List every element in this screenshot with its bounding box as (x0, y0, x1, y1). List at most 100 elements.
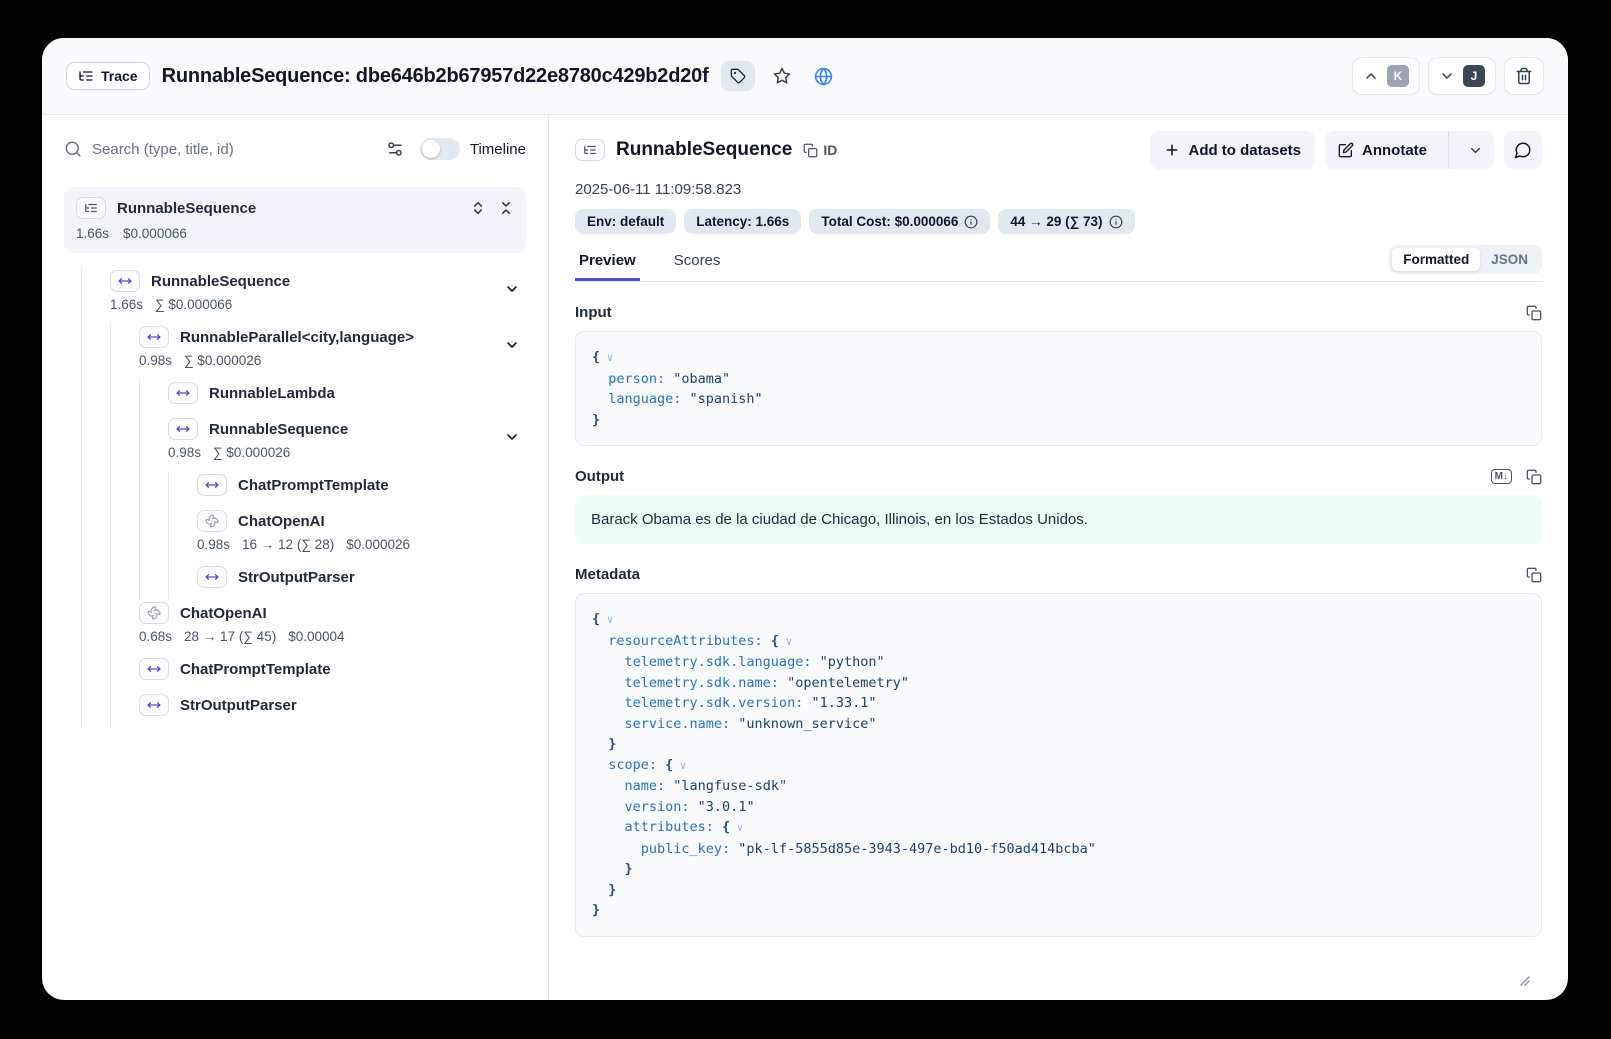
next-trace-button[interactable]: J (1428, 57, 1496, 95)
chevron-up-icon (1363, 68, 1379, 84)
trace-tree-icon (583, 143, 597, 157)
tree-node[interactable]: RunnableLambda (64, 379, 526, 415)
json-string: "unknown_service" (730, 716, 876, 732)
trace-preview-panel: RunnableSequence ID Add to datasets Anno… (549, 115, 1568, 1000)
page-title: RunnableSequence: dbe646b2b67957d22e8780… (162, 65, 709, 88)
node-title: ChatPromptTemplate (180, 661, 331, 678)
trace-root-title: RunnableSequence (117, 200, 256, 217)
json-string: "obama" (665, 371, 730, 387)
span-arrows-icon (139, 658, 169, 680)
visibility-button[interactable] (809, 61, 839, 91)
expand-all-icon[interactable] (470, 200, 486, 216)
preview-tabs: Preview Scores Formatted JSON (575, 244, 1542, 282)
json-brace: { (763, 633, 779, 649)
copy-icon (803, 143, 818, 158)
add-to-datasets-label: Add to datasets (1188, 142, 1301, 159)
tree-guide-line (139, 563, 140, 599)
filter-sliders-icon[interactable] (386, 140, 404, 158)
trace-root-node[interactable]: RunnableSequence 1.66s $0.000066 (64, 187, 526, 253)
id-label: ID (823, 142, 837, 158)
trace-type-badge: Trace (66, 62, 150, 90)
tree-guide-line (168, 471, 169, 507)
format-option-json[interactable]: JSON (1480, 248, 1539, 271)
info-icon[interactable] (1109, 215, 1123, 229)
tree-guide-line (81, 691, 82, 727)
copy-icon[interactable] (1526, 469, 1542, 485)
copy-id-control[interactable]: ID (803, 142, 837, 158)
node-collapse-chevron[interactable] (504, 429, 520, 445)
input-section: Input { ∨ person: "obama" language: "spa… (575, 304, 1542, 446)
info-icon[interactable] (964, 215, 978, 229)
node-title: ChatPromptTemplate (238, 477, 389, 494)
observation-tree: RunnableSequence 1.66s∑ $0.000066 Runnab… (64, 267, 526, 727)
json-collapse-chevron[interactable]: ∨ (673, 759, 686, 772)
json-key: language: (592, 391, 681, 407)
tree-node[interactable]: ChatOpenAI 0.98s16 → 12 (∑ 28)$0.000026 (64, 507, 526, 563)
json-collapse-chevron[interactable]: ∨ (779, 635, 792, 648)
span-arrows-icon (168, 382, 198, 404)
top-bar-actions: K J (1352, 57, 1544, 95)
annotate-dropdown-button[interactable] (1457, 131, 1494, 169)
span-arrows-icon (110, 270, 140, 292)
stat-badge-text: 44 → 29 (∑ 73) (1010, 214, 1102, 229)
json-key: name: (592, 778, 665, 794)
tree-guide-line (110, 471, 111, 507)
tree-guide-line (139, 415, 140, 471)
bookmark-button[interactable] (767, 61, 797, 91)
annotate-button[interactable]: Annotate (1325, 131, 1440, 169)
tags-button[interactable] (721, 61, 755, 91)
generation-fan-icon (197, 510, 227, 532)
input-label: Input (575, 304, 612, 321)
chevron-down-icon (1439, 68, 1455, 84)
tree-node[interactable]: ChatPromptTemplate (64, 471, 526, 507)
comments-button[interactable] (1504, 131, 1542, 169)
json-key: resourceAttributes: (592, 633, 763, 649)
json-string: "pk-lf-5855d85e-3943-497e-bd10-f50ad414b… (730, 841, 1096, 857)
json-collapse-chevron[interactable]: ∨ (600, 351, 613, 364)
copy-icon[interactable] (1526, 305, 1542, 321)
format-option-formatted[interactable]: Formatted (1392, 248, 1480, 271)
copy-icon[interactable] (1526, 567, 1542, 583)
tree-node[interactable]: ChatPromptTemplate (64, 655, 526, 691)
collapse-all-icon[interactable] (498, 200, 514, 216)
delete-trace-button[interactable] (1504, 57, 1544, 95)
json-collapse-chevron[interactable]: ∨ (600, 613, 613, 626)
trace-stats-badges: Env: default Latency: 1.66s Total Cost: … (575, 209, 1542, 234)
tree-search-row: Timeline (64, 131, 526, 167)
json-collapse-chevron[interactable]: ∨ (730, 821, 743, 834)
shortcut-key-j: J (1463, 65, 1485, 87)
node-collapse-chevron[interactable] (504, 281, 520, 297)
trace-type-label: Trace (101, 68, 138, 84)
json-string: "langfuse-sdk" (665, 778, 787, 794)
span-arrows-icon (197, 474, 227, 496)
tree-guide-line (110, 379, 111, 415)
trace-root-cost: $0.000066 (123, 226, 187, 241)
tree-node[interactable]: ChatOpenAI 0.68s28 → 17 (∑ 45)$0.00004 (64, 599, 526, 655)
add-to-datasets-button[interactable]: Add to datasets (1150, 131, 1315, 169)
stat-badge: 44 → 29 (∑ 73) (998, 209, 1134, 234)
tree-node[interactable]: RunnableSequence 1.66s∑ $0.000066 (64, 267, 526, 323)
annotate-split-button: Annotate (1325, 131, 1494, 169)
search-input[interactable] (92, 141, 376, 158)
json-key: telemetry.sdk.language: (592, 654, 811, 670)
tree-node[interactable]: RunnableSequence 0.98s∑ $0.000026 (64, 415, 526, 471)
tree-guide-line (110, 691, 111, 727)
tree-node[interactable]: StrOutputParser (64, 691, 526, 727)
markdown-toggle-icon[interactable]: M↓ (1491, 469, 1512, 484)
tree-guide-line (168, 507, 169, 563)
resize-grip-icon[interactable] (1518, 974, 1530, 986)
metadata-json: { ∨ resourceAttributes: { ∨ telemetry.sd… (575, 593, 1542, 937)
json-string: "spanish" (681, 391, 762, 407)
json-string: "3.0.1" (690, 799, 755, 815)
tab-preview[interactable]: Preview (575, 244, 640, 281)
timeline-toggle[interactable] (420, 138, 460, 160)
node-collapse-chevron[interactable] (504, 337, 520, 353)
tree-guide-line (139, 471, 140, 507)
input-json: { ∨ person: "obama" language: "spanish"} (575, 331, 1542, 446)
tree-guide-line (110, 323, 111, 379)
previous-trace-button[interactable]: K (1352, 57, 1420, 95)
tree-node[interactable]: StrOutputParser (64, 563, 526, 599)
tree-node[interactable]: RunnableParallel<city,language> 0.98s∑ $… (64, 323, 526, 379)
tree-guide-line (81, 415, 82, 471)
tab-scores[interactable]: Scores (670, 244, 725, 281)
